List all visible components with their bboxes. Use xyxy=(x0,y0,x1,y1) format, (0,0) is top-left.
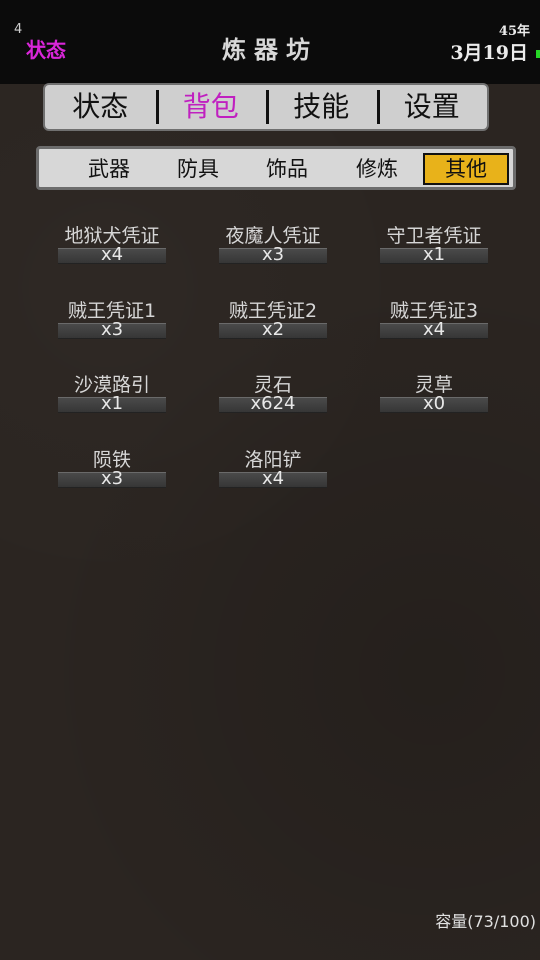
tab-skills[interactable]: 技能 xyxy=(266,85,377,129)
subtab-weapons[interactable]: 武器 xyxy=(66,153,152,185)
inventory-item[interactable]: 守卫者凭证 x1 xyxy=(379,224,489,264)
inventory-item[interactable]: 灵草 x0 xyxy=(379,373,489,413)
inventory-item[interactable]: 洛阳铲 x4 xyxy=(218,448,328,488)
inventory-item[interactable]: 贼王凭证3 x4 xyxy=(379,299,489,339)
game-year: 45年 xyxy=(498,24,530,39)
tab-status[interactable]: 状态 xyxy=(45,85,156,129)
item-count: x0 xyxy=(380,395,488,413)
inventory-item[interactable]: 贼王凭证2 x2 xyxy=(218,299,328,339)
capacity-label: 容量(73/100) xyxy=(435,912,536,931)
item-count: x4 xyxy=(380,321,488,339)
inventory-item[interactable]: 灵石 x624 xyxy=(218,373,328,413)
item-count: x4 xyxy=(58,246,166,264)
subtab-accessories[interactable]: 饰品 xyxy=(244,153,330,185)
item-count: x624 xyxy=(219,395,327,413)
subtab-cultivation[interactable]: 修炼 xyxy=(334,153,420,185)
item-count: x3 xyxy=(58,470,166,488)
item-count: x3 xyxy=(219,246,327,264)
item-count: x4 xyxy=(219,470,327,488)
inventory-item[interactable]: 陨铁 x3 xyxy=(57,448,167,488)
item-count: x1 xyxy=(58,395,166,413)
main-tab-bar: 状态 背包 技能 设置 xyxy=(43,83,489,131)
subtab-armor[interactable]: 防具 xyxy=(155,153,241,185)
inventory-screen: 4 状态 炼器坊 45年 3月19日 状态 背包 技能 设置 武器 防具 饰品 … xyxy=(0,0,540,960)
top-bar: 4 状态 炼器坊 45年 3月19日 xyxy=(0,0,540,84)
subtab-other[interactable]: 其他 xyxy=(423,153,509,185)
inventory-item[interactable]: 地狱犬凭证 x4 xyxy=(57,224,167,264)
item-count: x1 xyxy=(380,246,488,264)
tab-settings[interactable]: 设置 xyxy=(376,85,488,129)
date-indicator-icon xyxy=(536,50,540,58)
inventory-item[interactable]: 贼王凭证1 x3 xyxy=(57,299,167,339)
category-tab-bar: 武器 防具 饰品 修炼 其他 xyxy=(36,146,516,190)
inventory-item[interactable]: 沙漠路引 x1 xyxy=(57,373,167,413)
item-count: x3 xyxy=(58,321,166,339)
tab-backpack[interactable]: 背包 xyxy=(155,85,267,129)
inventory-item[interactable]: 夜魔人凭证 x3 xyxy=(218,224,328,264)
item-count: x2 xyxy=(219,321,327,339)
game-date: 3月19日 xyxy=(450,42,528,64)
